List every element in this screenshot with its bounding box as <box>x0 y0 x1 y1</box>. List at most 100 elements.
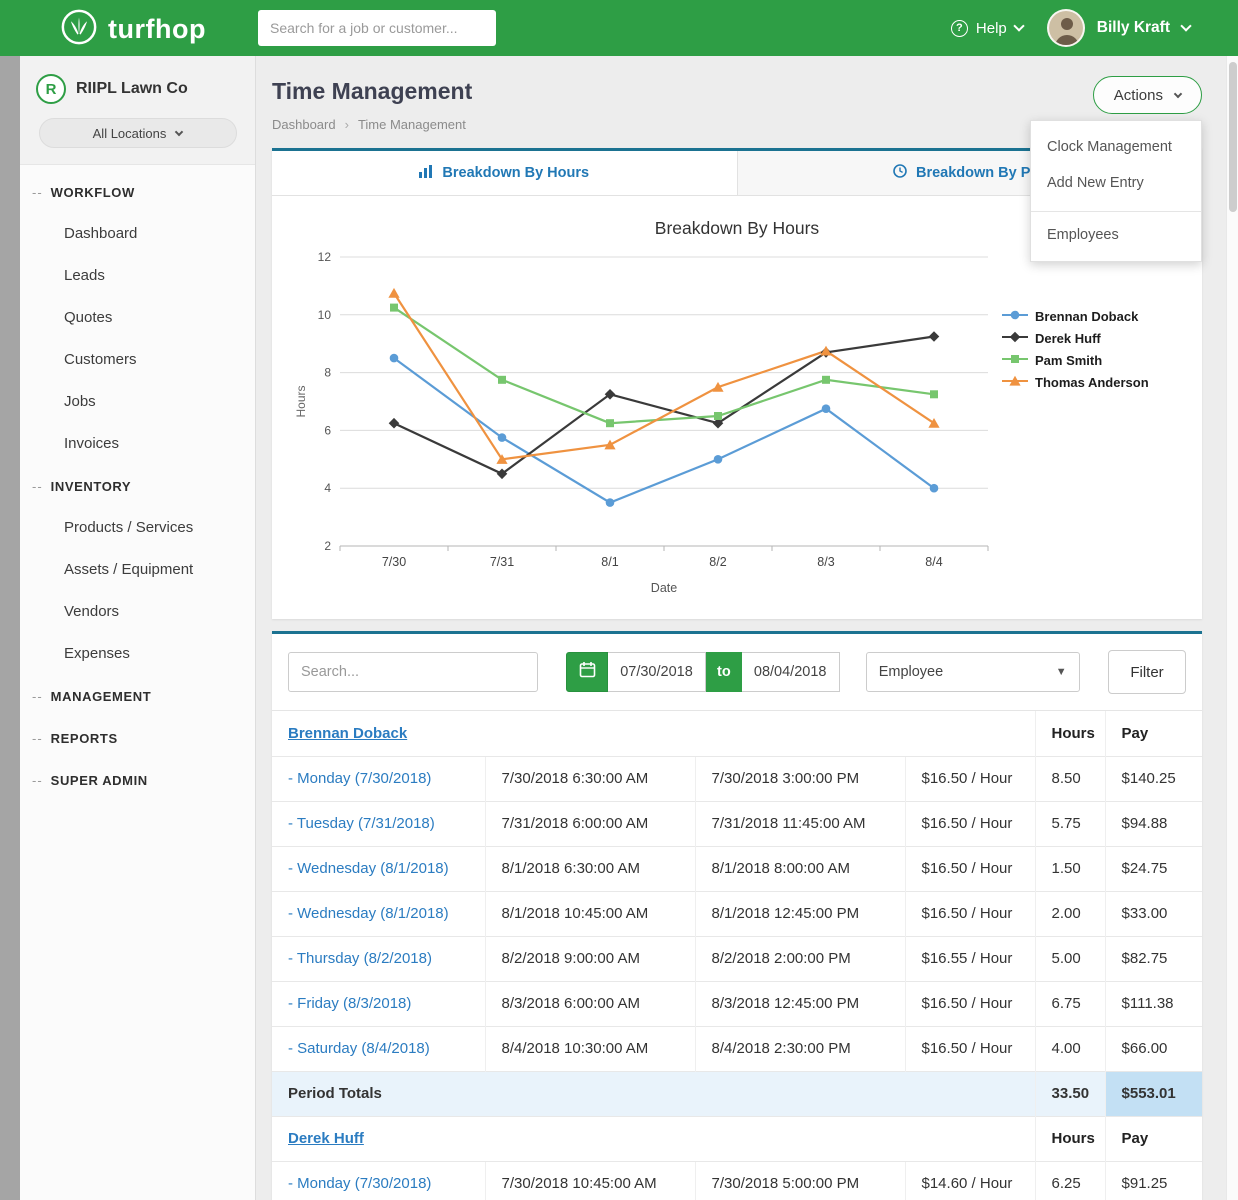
table-row: - Tuesday (7/31/2018)7/31/2018 6:00:00 A… <box>272 801 1202 846</box>
date-to-input[interactable] <box>742 652 840 692</box>
help-icon: ? <box>951 20 968 37</box>
actions-button-label: Actions <box>1114 87 1163 104</box>
day-link[interactable]: - Wednesday (8/1/2018) <box>288 905 449 922</box>
clock-out-cell: 8/3/2018 12:45:00 PM <box>695 981 905 1026</box>
rate-cell: $16.50 / Hour <box>905 981 1035 1026</box>
sidebar-item-customers[interactable]: Customers <box>20 339 255 381</box>
svg-text:7/30: 7/30 <box>382 555 406 569</box>
calendar-button[interactable] <box>566 652 608 692</box>
day-cell: - Wednesday (8/1/2018) <box>272 846 485 891</box>
employee-link[interactable]: Derek Huff <box>288 1130 364 1147</box>
nav-section-workflow[interactable]: WORKFLOW <box>20 171 255 213</box>
clock-in-cell: 8/2/2018 9:00:00 AM <box>485 936 695 981</box>
hours-cell: 6.25 <box>1035 1161 1105 1200</box>
company-logo: R <box>36 74 66 104</box>
day-link[interactable]: - Monday (7/30/2018) <box>288 770 431 787</box>
filter-button-label: Filter <box>1130 664 1163 681</box>
location-selector[interactable]: All Locations <box>39 118 237 148</box>
legend-item-pam-smith: Pam Smith <box>1002 353 1177 368</box>
sidebar-item-assets-equipment[interactable]: Assets / Equipment <box>20 549 255 591</box>
sidebar-item-quotes[interactable]: Quotes <box>20 297 255 339</box>
user-name: Billy Kraft <box>1097 19 1170 37</box>
svg-text:8/3: 8/3 <box>817 555 834 569</box>
totals-pay-cell: $553.01 <box>1105 1071 1202 1116</box>
sidebar-item-dashboard[interactable]: Dashboard <box>20 213 255 255</box>
table-row: - Thursday (8/2/2018) 8/2/2018 9:00:00 AM… <box>272 936 1202 981</box>
calendar-icon <box>579 661 596 683</box>
menu-item-employees[interactable]: Employees <box>1031 211 1201 253</box>
collapse-icon <box>32 479 43 494</box>
actions-button[interactable]: Actions <box>1093 76 1202 114</box>
chevron-down-icon <box>1180 20 1191 31</box>
chevron-down-icon <box>1013 20 1024 31</box>
pay-cell: $111.38 <box>1105 981 1202 1026</box>
brand-logo[interactable]: turfhop <box>60 8 206 51</box>
legend-label: Thomas Anderson <box>1035 375 1149 390</box>
day-link[interactable]: - Monday (7/30/2018) <box>288 1175 431 1192</box>
day-link[interactable]: - Friday (8/3/2018) <box>288 995 411 1012</box>
menu-item-add-new-entry[interactable]: Add New Entry <box>1031 165 1201 201</box>
day-link[interactable]: - Thursday (8/2/2018) <box>288 950 432 967</box>
clock-in-cell: 8/1/2018 6:30:00 AM <box>485 846 695 891</box>
left-rail <box>0 56 20 1200</box>
hours-line-chart: 246810127/307/318/18/28/38/4HoursDate <box>292 243 1002 603</box>
nav-section-super-admin[interactable]: SUPER ADMIN <box>20 759 255 801</box>
day-cell: - Saturday (8/4/2018) <box>272 1026 485 1071</box>
sidebar-item-vendors[interactable]: Vendors <box>20 591 255 633</box>
select-caret-icon: ▼ <box>1056 666 1067 678</box>
day-cell: - Friday (8/3/2018) <box>272 981 485 1026</box>
scrollbar[interactable] <box>1226 56 1238 1200</box>
breadcrumb-separator-icon: › <box>345 117 349 132</box>
period-totals-row: Period Totals33.50$553.01 <box>272 1071 1202 1116</box>
date-range-picker: to <box>566 652 840 692</box>
location-label: All Locations <box>93 126 167 141</box>
date-to-label: to <box>706 652 742 692</box>
employee-header-row: Brennan DobackHoursPay <box>272 711 1202 756</box>
scrollbar-thumb[interactable] <box>1229 62 1237 212</box>
employee-link[interactable]: Brennan Doback <box>288 725 407 742</box>
rate-cell: $16.50 / Hour <box>905 846 1035 891</box>
day-cell: - Tuesday (7/31/2018) <box>272 801 485 846</box>
table-row: - Monday (7/30/2018) 7/30/2018 10:45:00 A… <box>272 1161 1202 1200</box>
sidebar-item-leads[interactable]: Leads <box>20 255 255 297</box>
sidebar-header: R RIIPL Lawn Co All Locations <box>20 56 255 165</box>
tab-breakdown-by-hours[interactable]: Breakdown By Hours <box>272 151 737 195</box>
breadcrumb-dashboard[interactable]: Dashboard <box>272 117 336 132</box>
menu-item-clock-management[interactable]: Clock Management <box>1031 129 1201 165</box>
clock-in-cell: 7/30/2018 10:45:00 AM <box>485 1161 695 1200</box>
table-search-input[interactable] <box>288 652 538 692</box>
day-link[interactable]: - Wednesday (8/1/2018) <box>288 860 449 877</box>
sidebar-item-invoices[interactable]: Invoices <box>20 423 255 465</box>
tab-label: Breakdown By Pay <box>916 165 1047 181</box>
help-label: Help <box>976 20 1007 37</box>
nav-section-inventory[interactable]: INVENTORY <box>20 465 255 507</box>
filter-button[interactable]: Filter <box>1108 650 1186 694</box>
nav-section-management[interactable]: MANAGEMENT <box>20 675 255 717</box>
collapse-icon <box>32 731 43 746</box>
brand-name: turfhop <box>108 14 206 45</box>
date-from-input[interactable] <box>608 652 706 692</box>
sidebar-nav: WORKFLOWDashboardLeadsQuotesCustomersJob… <box>20 165 255 801</box>
pay-header-cell: Pay <box>1105 1116 1202 1161</box>
employee-select[interactable]: Employee ▼ <box>866 652 1080 692</box>
day-link[interactable]: - Saturday (8/4/2018) <box>288 1040 430 1057</box>
table-row: - Friday (8/3/2018)8/3/2018 6:00:00 AM8/… <box>272 981 1202 1026</box>
sidebar-item-expenses[interactable]: Expenses <box>20 633 255 675</box>
rate-cell: $16.50 / Hour <box>905 891 1035 936</box>
sidebar-item-products-services[interactable]: Products / Services <box>20 507 255 549</box>
user-menu[interactable]: Billy Kraft <box>1047 9 1190 47</box>
totals-hours-cell: 33.50 <box>1035 1071 1105 1116</box>
legend-marker-icon <box>1002 309 1028 324</box>
global-search-input[interactable] <box>258 10 496 46</box>
nav-section-reports[interactable]: REPORTS <box>20 717 255 759</box>
legend-item-derek-huff: Derek Huff <box>1002 331 1177 346</box>
help-menu[interactable]: ? Help <box>951 20 1023 37</box>
table-row: - Wednesday (8/1/2018)8/1/2018 10:45:00 … <box>272 891 1202 936</box>
hours-header-cell: Hours <box>1035 1116 1105 1161</box>
time-entries-table: Brennan DobackHoursPay- Monday (7/30/201… <box>272 711 1202 1200</box>
svg-text:2: 2 <box>324 539 331 553</box>
sidebar-item-jobs[interactable]: Jobs <box>20 381 255 423</box>
legend-item-thomas-anderson: Thomas Anderson <box>1002 375 1177 390</box>
legend-label: Brennan Doback <box>1035 309 1138 324</box>
day-link[interactable]: - Tuesday (7/31/2018) <box>288 815 435 832</box>
